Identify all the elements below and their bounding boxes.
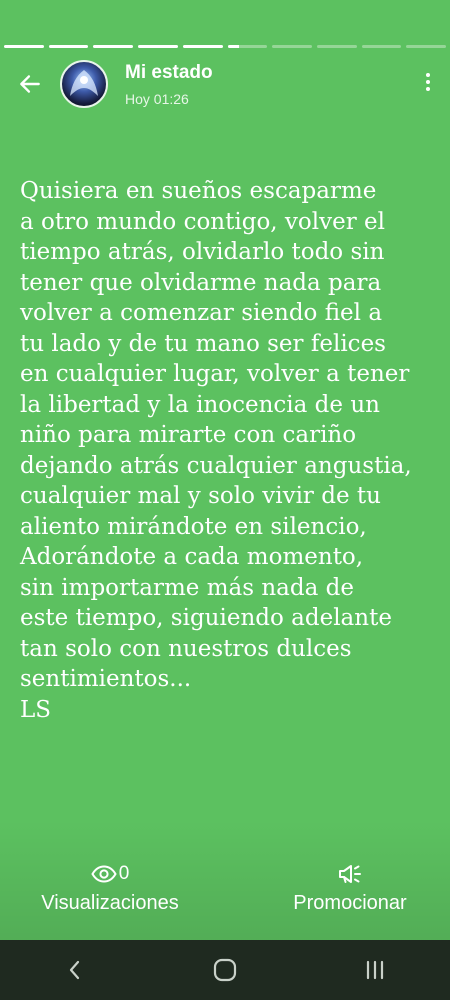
promote-button[interactable]: Promocionar [280, 860, 420, 915]
status-text-line: tiempo atrás, olvidarlo todo sin [20, 239, 385, 265]
home-circle-icon [213, 958, 237, 982]
story-segment [227, 45, 268, 48]
status-text-line: sentimientos... [20, 666, 192, 692]
megaphone-icon [339, 865, 361, 883]
eye-icon [91, 865, 117, 883]
recents-icon [366, 960, 384, 980]
back-button[interactable] [14, 68, 46, 100]
nav-home-button[interactable] [195, 950, 255, 990]
status-text-line: este tiempo, siguiendo adelante [20, 605, 392, 631]
status-text-line: tan solo con nuestros dulces [20, 635, 352, 662]
more-options-button[interactable] [422, 70, 434, 98]
story-segment [182, 45, 223, 48]
system-navigation-bar [0, 940, 450, 1000]
status-text-line: niño para mirarte con cariño [20, 422, 357, 448]
story-segment [48, 45, 89, 48]
status-text-line: cualquier mal y solo vivir de tu [20, 483, 381, 509]
nav-back-button[interactable] [45, 950, 105, 990]
status-text-line: LS [20, 696, 52, 723]
status-header: Mi estado Hoy 01:26 [0, 58, 450, 114]
views-label: Visualizaciones [41, 892, 179, 914]
status-title: Mi estado [125, 62, 213, 83]
status-text-line: en cualquier lugar, volver a tener [20, 361, 410, 387]
story-segment [406, 45, 447, 48]
more-vertical-icon [426, 73, 430, 77]
status-text-line: volver a comenzar siendo fiel a [20, 300, 383, 326]
story-segment [138, 45, 178, 48]
status-time: Hoy 01:26 [125, 91, 189, 107]
story-segment-fill [227, 45, 240, 48]
status-text-line: sin importarme más nada de [20, 574, 354, 601]
status-text-line: aliento mirándote en silencio, [20, 513, 367, 540]
status-text-line: tener que olvidarme nada para [20, 269, 382, 296]
status-text: Quisiera en sueños escaparme a otro mundo… [20, 176, 436, 725]
status-text-line: dejando atrás cualquier angustia, [20, 452, 412, 479]
avatar[interactable] [60, 60, 108, 108]
status-text-line: Quisiera en sueños escaparme [20, 178, 377, 204]
views-count: 0 [118, 863, 130, 884]
story-segment [316, 45, 357, 48]
promote-label: Promocionar [293, 892, 407, 914]
nav-recents-button[interactable] [345, 950, 405, 990]
views-button[interactable]: 0 Visualizaciones [30, 860, 190, 915]
status-text-line: la libertad y la inocencia de un [20, 391, 380, 418]
chevron-left-icon [69, 960, 80, 980]
avatar-image [70, 70, 98, 96]
story-segment [93, 45, 134, 48]
status-text-line: a otro mundo contigo, volver el [20, 208, 385, 235]
status-text-line: tu lado y de tu mano ser felices [20, 330, 386, 357]
arrow-left-icon [20, 75, 40, 93]
story-segment [4, 45, 44, 48]
status-text-line: Adorándote a cada momento, [20, 544, 364, 570]
story-segment [361, 45, 402, 48]
story-segment [272, 45, 312, 48]
story-progress-bar [4, 45, 447, 48]
